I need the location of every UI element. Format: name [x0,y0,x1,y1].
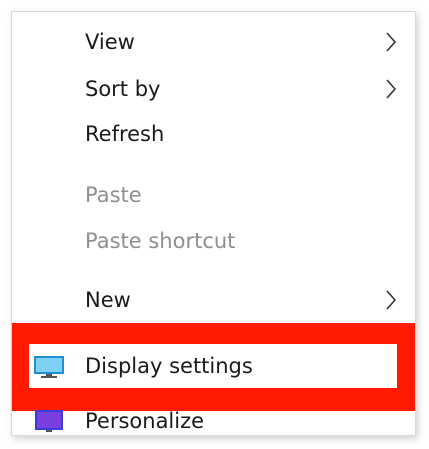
menu-item-label: New [85,288,131,312]
menu-item-display-settings[interactable]: Display settings [29,344,397,388]
menu-item-view[interactable]: View [12,22,415,62]
menu-item-label: Paste shortcut [85,229,236,253]
highlight-annotation: Display settings [12,323,415,411]
menu-item-refresh[interactable]: Refresh [12,114,415,154]
personalize-icon [35,410,63,432]
menu-item-personalize[interactable]: Personalize [12,402,415,435]
menu-item-label: Display settings [85,354,253,378]
monitor-icon [34,356,64,378]
menu-item-paste: Paste [12,175,415,215]
menu-item-label: Sort by [85,77,161,101]
menu-item-label: View [85,30,135,54]
menu-item-sort-by[interactable]: Sort by [12,69,415,109]
chevron-right-icon [386,290,397,310]
desktop-context-menu: View Sort by Refresh Paste Paste shortcu… [11,11,416,436]
menu-item-paste-shortcut: Paste shortcut [12,221,415,261]
chevron-right-icon [386,32,397,52]
menu-item-new[interactable]: New [12,280,415,320]
menu-item-label: Paste [85,183,142,207]
menu-item-label: Refresh [85,122,165,146]
menu-item-label: Personalize [85,409,205,433]
chevron-right-icon [386,79,397,99]
